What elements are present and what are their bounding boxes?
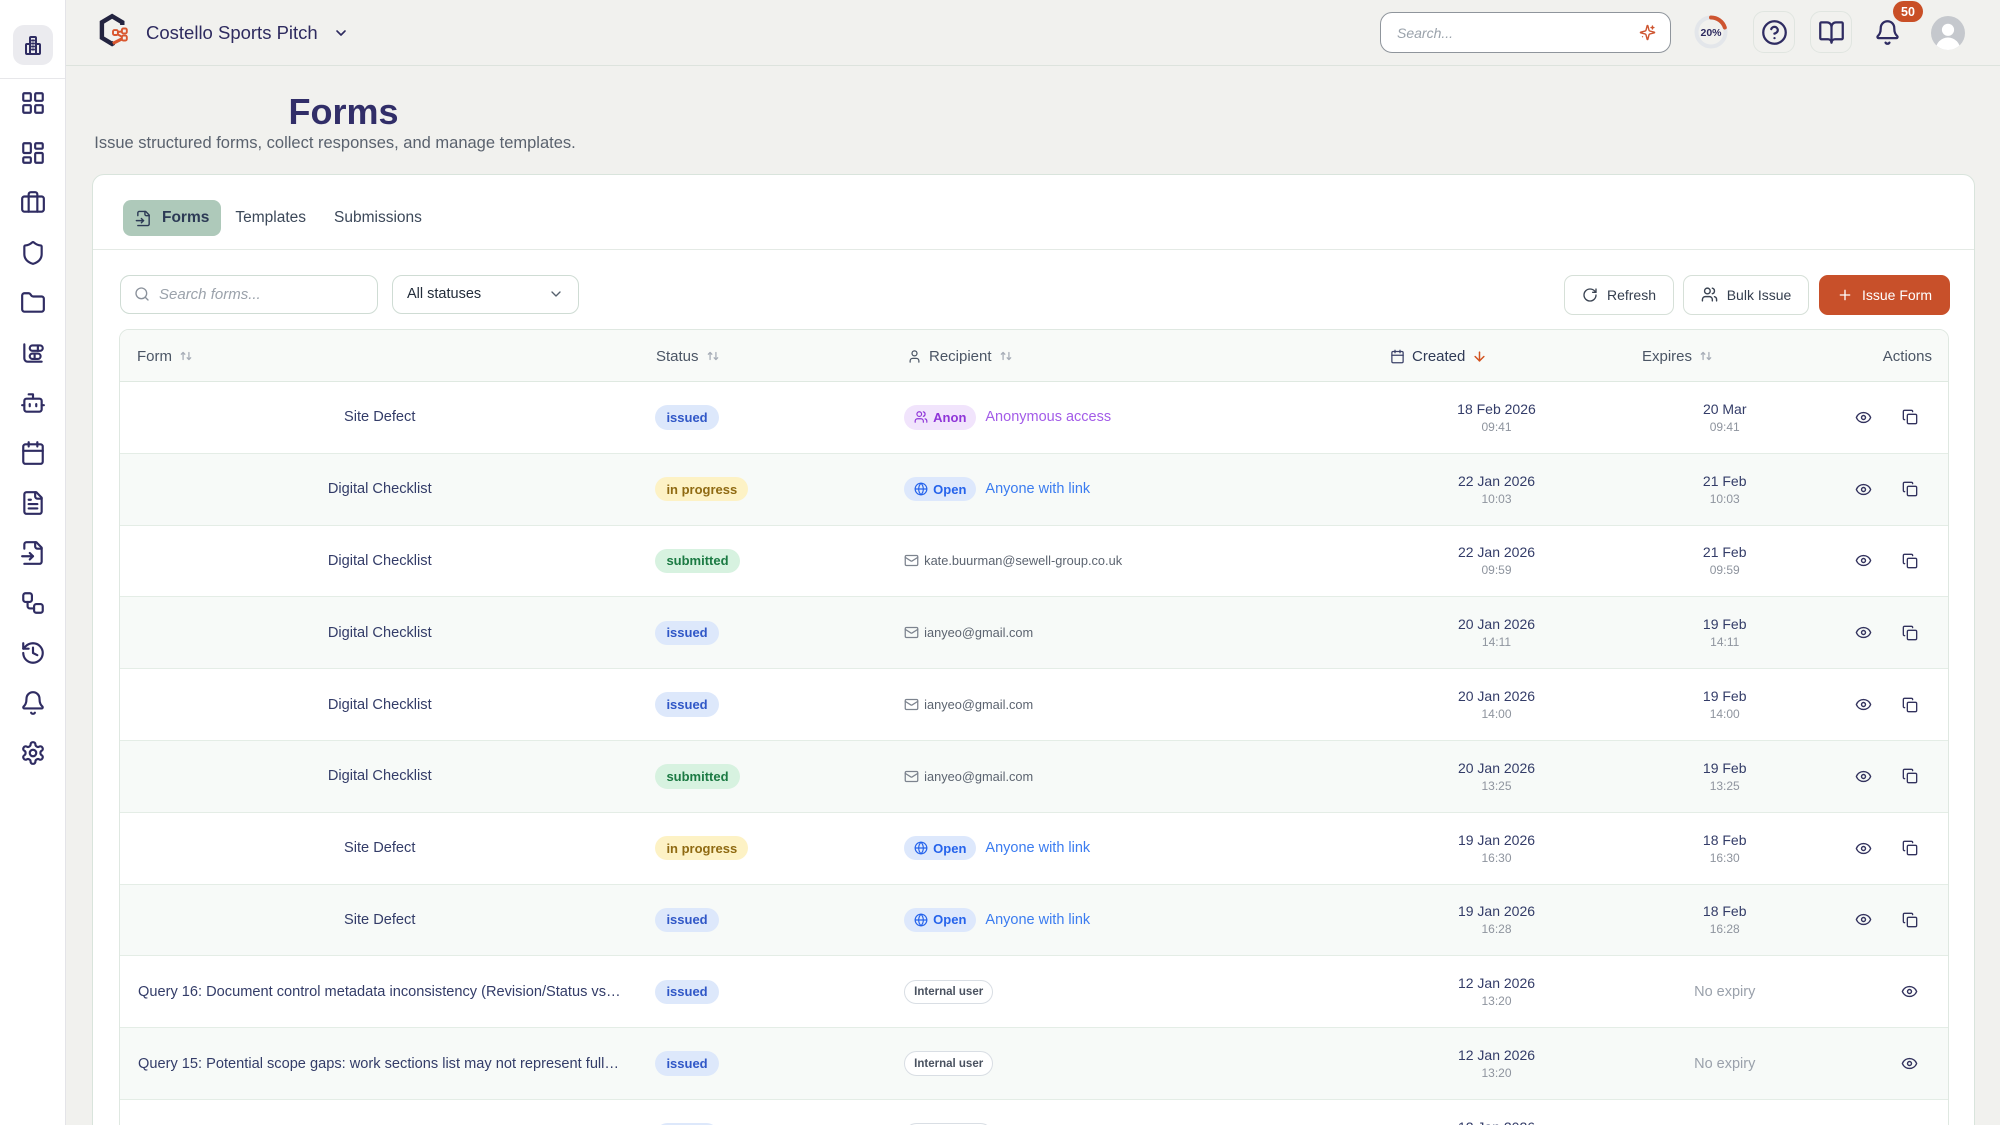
- svg-text:20%: 20%: [1700, 27, 1722, 39]
